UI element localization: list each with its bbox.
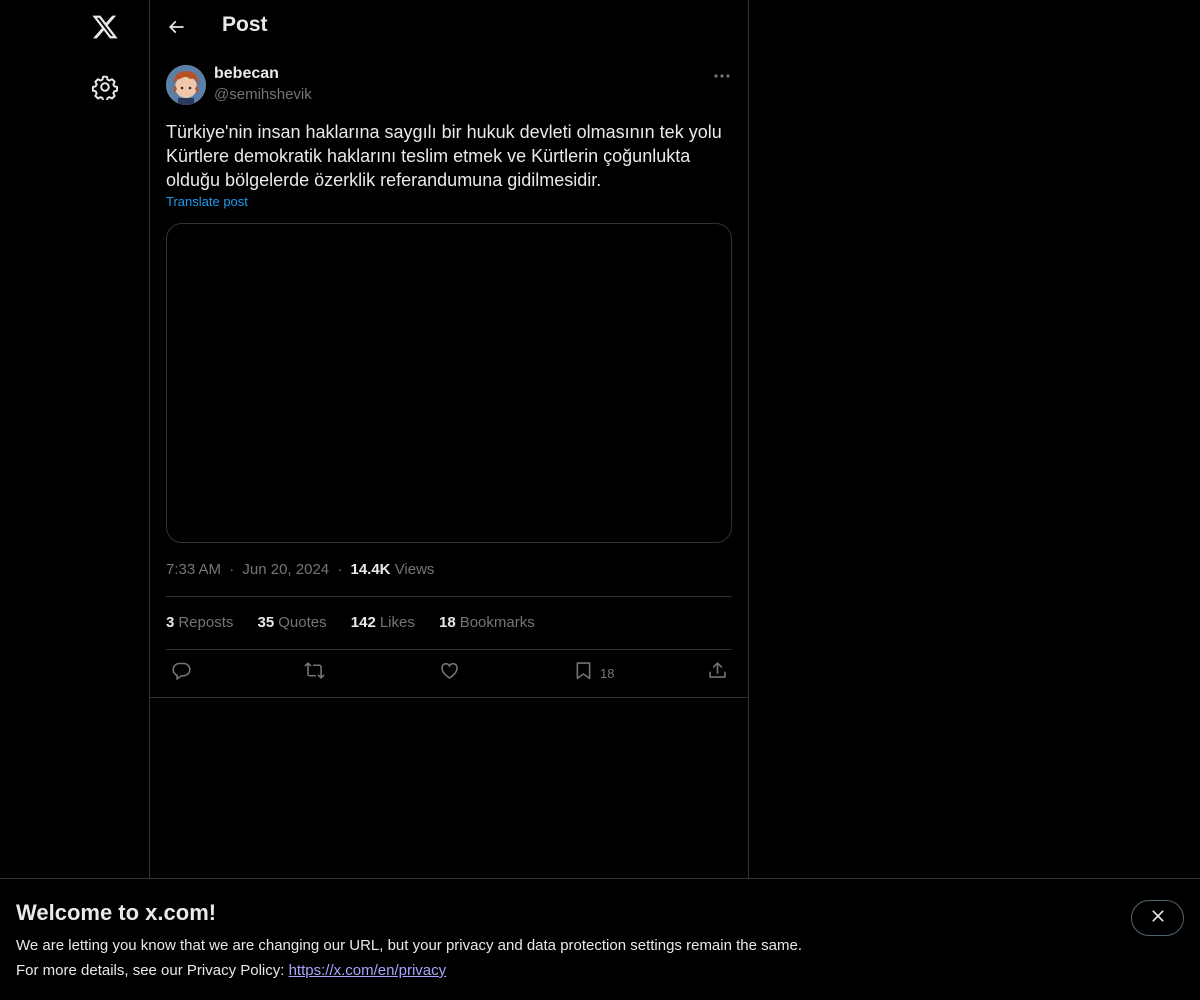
avatar[interactable]	[166, 65, 206, 105]
close-icon	[1150, 908, 1166, 929]
share-button[interactable]	[707, 660, 728, 686]
post-time[interactable]: 7:33 AM	[166, 561, 221, 578]
action-bar: 18	[150, 660, 748, 686]
like-button[interactable]	[439, 660, 460, 686]
divider	[150, 697, 748, 698]
arrow-left-icon[interactable]	[166, 17, 186, 37]
banner-privacy-prefix: For more details, see our Privacy Policy…	[16, 962, 289, 979]
reply-icon	[171, 660, 192, 686]
author-handle[interactable]: @semihshevik	[214, 86, 312, 103]
bookmark-count: 18	[600, 665, 615, 681]
divider	[166, 596, 732, 597]
likes-count: 142	[350, 614, 376, 631]
repost-button[interactable]	[304, 660, 325, 686]
views-count: 14.4K	[350, 561, 391, 578]
page-header: Post	[150, 0, 748, 54]
post-stats: 3 Reposts 35 Quotes 142 Likes 18 Bookmarks	[166, 614, 555, 631]
bookmarks-count: 18	[439, 614, 456, 631]
likes-stat[interactable]: 142 Likes	[351, 614, 415, 631]
x-logo-icon[interactable]	[90, 13, 120, 41]
post-text: Türkiye'nin insan haklarına saygılı bir …	[166, 122, 722, 190]
post-media[interactable]	[166, 223, 732, 543]
quotes-stat[interactable]: 35 Quotes	[258, 614, 327, 631]
banner-message: We are letting you know that we are chan…	[16, 937, 802, 954]
reply-button[interactable]	[171, 660, 192, 686]
gear-icon[interactable]	[91, 74, 119, 102]
post-detail-column: Post bebecan @semihshevik Türkiye'nin in…	[150, 0, 749, 1000]
meta-separator: ·	[229, 561, 235, 578]
views-label: Views	[394, 561, 435, 578]
heart-icon	[439, 660, 460, 686]
share-icon	[707, 660, 728, 686]
reposts-label: Reposts	[178, 614, 234, 631]
privacy-policy-link[interactable]: https://x.com/en/privacy	[289, 962, 447, 979]
post-metadata: 7:33 AM · Jun 20, 2024 · 14.4K Views	[166, 561, 434, 578]
reposts-count: 3	[166, 614, 175, 631]
welcome-banner: Welcome to x.com! We are letting you kno…	[0, 878, 1200, 1000]
reposts-stat[interactable]: 3 Reposts	[166, 614, 233, 631]
more-options-icon[interactable]	[712, 66, 732, 86]
repost-icon	[304, 660, 325, 686]
quotes-count: 35	[257, 614, 275, 631]
bookmarks-label: Bookmarks	[459, 614, 535, 631]
left-navigation	[0, 0, 150, 1000]
banner-privacy-text: For more details, see our Privacy Policy…	[16, 962, 446, 979]
bookmark-button[interactable]: 18	[573, 660, 614, 686]
divider	[166, 649, 732, 650]
bookmark-icon	[573, 660, 594, 686]
meta-separator: ·	[337, 561, 343, 578]
bookmarks-stat[interactable]: 18 Bookmarks	[439, 614, 535, 631]
translate-post-link[interactable]: Translate post	[166, 194, 248, 209]
banner-title: Welcome to x.com!	[16, 900, 217, 925]
likes-label: Likes	[379, 614, 415, 631]
page-title: Post	[222, 13, 268, 36]
close-banner-button[interactable]	[1131, 900, 1184, 936]
author-display-name[interactable]: bebecan	[214, 65, 279, 83]
quotes-label: Quotes	[278, 614, 327, 631]
post-date[interactable]: Jun 20, 2024	[242, 561, 329, 578]
